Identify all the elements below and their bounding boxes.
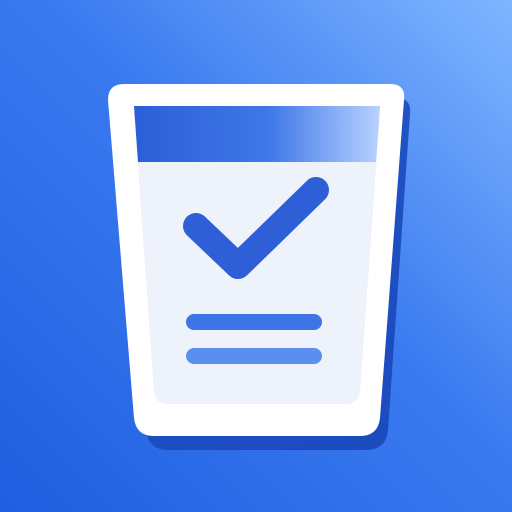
cup-top-band — [134, 106, 380, 162]
text-line-1 — [186, 314, 322, 330]
app-icon — [0, 0, 512, 512]
app-icon-graphic — [0, 0, 512, 512]
text-line-2 — [186, 348, 322, 364]
